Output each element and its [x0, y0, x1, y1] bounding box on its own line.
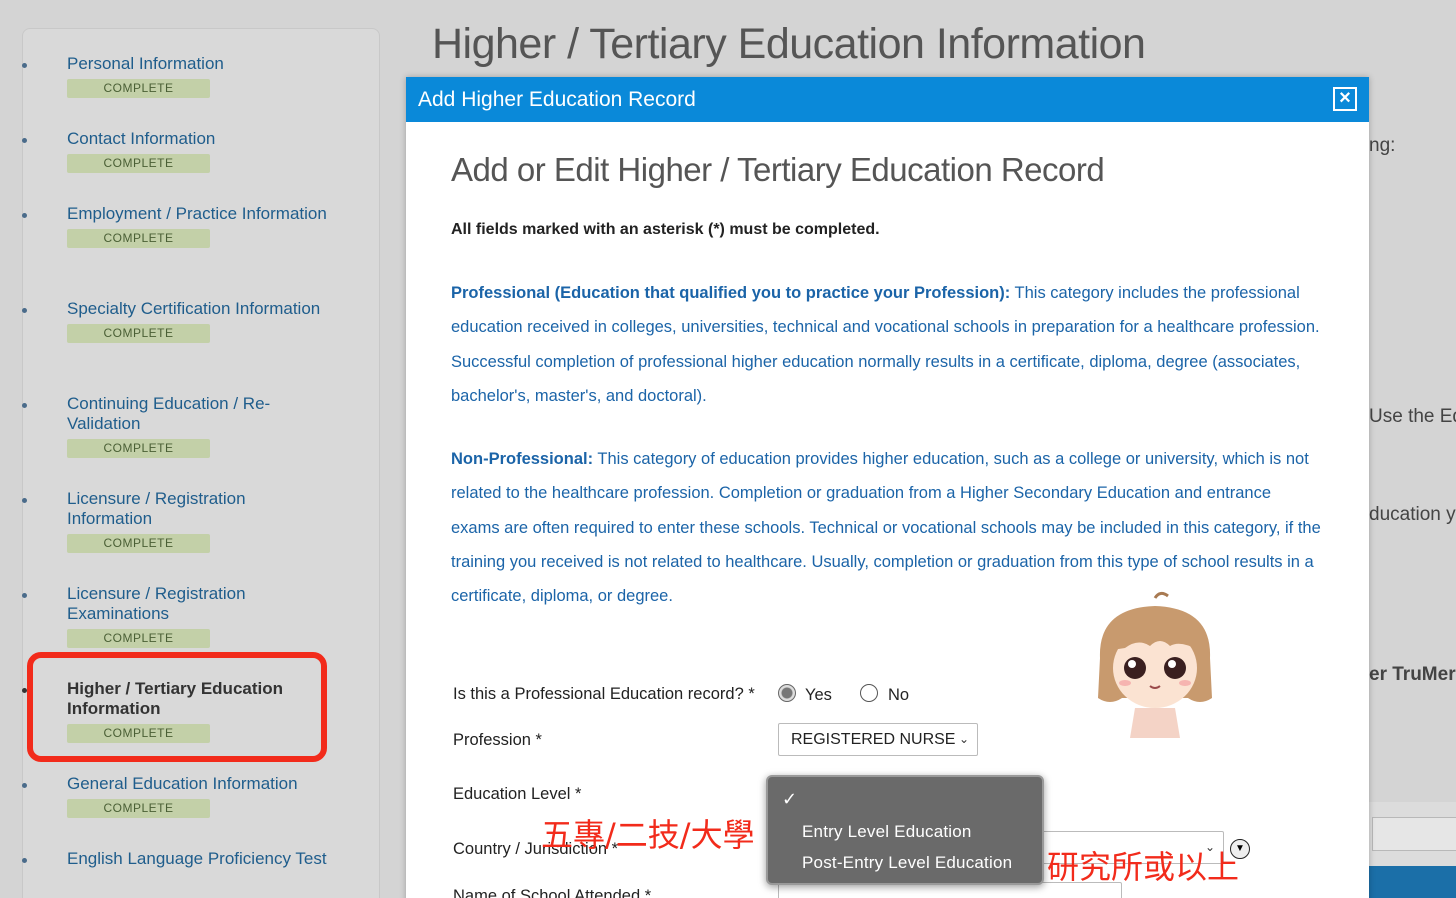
- modal-title: Add or Edit Higher / Tertiary Education …: [451, 151, 1105, 188]
- bullet-icon: [22, 593, 27, 598]
- sidebar-item-general-education[interactable]: General Education Information COMPLETE: [22, 774, 342, 818]
- status-badge: COMPLETE: [67, 79, 210, 98]
- status-badge: COMPLETE: [67, 799, 210, 818]
- professional-question-label: Is this a Professional Education record?…: [453, 685, 755, 703]
- school-label: Name of School Attended *: [453, 887, 652, 898]
- bullet-icon: [22, 138, 27, 143]
- education-level-label: Education Level *: [453, 785, 582, 803]
- bullet-icon: [22, 498, 27, 503]
- education-level-dropdown[interactable]: ✓ Entry Level Education Post-Entry Level…: [766, 775, 1044, 885]
- annotation-left: 五專/二技/大學: [541, 816, 755, 854]
- sidebar-item-label[interactable]: Licensure / Registration Information: [67, 489, 327, 529]
- sidebar-item-employment-practice[interactable]: Employment / Practice Information COMPLE…: [22, 204, 342, 248]
- bullet-icon: [22, 213, 27, 218]
- sidebar-item-continuing-education[interactable]: Continuing Education / Re-Validation COM…: [22, 394, 342, 458]
- no-radio-label[interactable]: No: [888, 686, 909, 705]
- modal-header: Add Higher Education Record ×: [406, 77, 1369, 122]
- bullet-icon: [22, 783, 27, 788]
- sidebar-item-specialty-certification[interactable]: Specialty Certification Information COMP…: [22, 299, 342, 343]
- sidebar-item-label[interactable]: Licensure / Registration Examinations: [67, 584, 327, 624]
- chevron-down-icon: ⌄: [958, 732, 969, 746]
- check-icon: ✓: [782, 789, 798, 809]
- professional-text: This category includes the professional …: [451, 284, 1320, 405]
- non-professional-term: Non-Professional:: [451, 450, 594, 468]
- bullet-icon: [22, 403, 27, 408]
- yes-radio[interactable]: [778, 684, 796, 702]
- status-badge: COMPLETE: [67, 439, 210, 458]
- sidebar-item-label[interactable]: Contact Information: [67, 129, 327, 149]
- background-text: er TruMerit: [1369, 664, 1456, 685]
- non-professional-text: This category of education provides high…: [451, 450, 1321, 606]
- yes-radio-label[interactable]: Yes: [805, 686, 832, 705]
- close-icon[interactable]: ×: [1333, 87, 1357, 111]
- sidebar-item-contact-information[interactable]: Contact Information COMPLETE: [22, 129, 342, 173]
- professional-term: Professional (Education that qualified y…: [451, 284, 1011, 302]
- status-badge: COMPLETE: [67, 154, 210, 173]
- option-entry-level[interactable]: Entry Level Education: [802, 822, 972, 842]
- sidebar-item-licensure-information[interactable]: Licensure / Registration Information COM…: [22, 489, 342, 553]
- sidebar-item-personal-information[interactable]: Personal Information COMPLETE: [22, 54, 342, 98]
- annotation-right: 研究所或以上: [1047, 848, 1240, 886]
- sidebar-item-licensure-examinations[interactable]: Licensure / Registration Examinations CO…: [22, 584, 342, 648]
- background-text: ducation yo: [1369, 504, 1456, 525]
- sidebar-item-label[interactable]: Employment / Practice Information: [67, 204, 327, 224]
- modal-header-title: Add Higher Education Record: [418, 88, 696, 111]
- background-button: [1369, 866, 1456, 898]
- bullet-icon: [22, 308, 27, 313]
- highlight-box: [27, 652, 327, 762]
- no-radio[interactable]: [860, 684, 878, 702]
- status-badge: COMPLETE: [67, 324, 210, 343]
- profession-label: Profession *: [453, 731, 542, 749]
- bullet-icon: [22, 858, 27, 863]
- professional-description: Professional (Education that qualified y…: [451, 276, 1321, 413]
- profession-select[interactable]: REGISTERED NURSE ⌄: [778, 723, 978, 756]
- anime-girl-sticker: [1098, 591, 1212, 738]
- status-badge: COMPLETE: [67, 229, 210, 248]
- page-title: Higher / Tertiary Education Information: [432, 20, 1146, 68]
- background-text: Use the Edi: [1369, 406, 1456, 427]
- sidebar-item-english-proficiency[interactable]: English Language Proficiency Test: [22, 849, 342, 869]
- bullet-icon: [22, 63, 27, 68]
- background-text: ng:: [1369, 135, 1396, 156]
- status-badge: COMPLETE: [67, 534, 210, 553]
- sidebar-item-label[interactable]: Continuing Education / Re-Validation: [67, 394, 327, 434]
- background-input: [1372, 817, 1456, 851]
- required-note: All fields marked with an asterisk (*) m…: [451, 221, 880, 238]
- sidebar-item-label[interactable]: English Language Proficiency Test: [67, 849, 327, 869]
- option-post-entry-level[interactable]: Post-Entry Level Education: [802, 853, 1012, 873]
- profession-select-value: REGISTERED NURSE: [791, 731, 956, 748]
- status-badge: COMPLETE: [67, 629, 210, 648]
- sidebar-item-label[interactable]: Personal Information: [67, 54, 327, 74]
- sidebar-item-label[interactable]: General Education Information: [67, 774, 327, 794]
- sidebar-item-label[interactable]: Specialty Certification Information: [67, 299, 327, 319]
